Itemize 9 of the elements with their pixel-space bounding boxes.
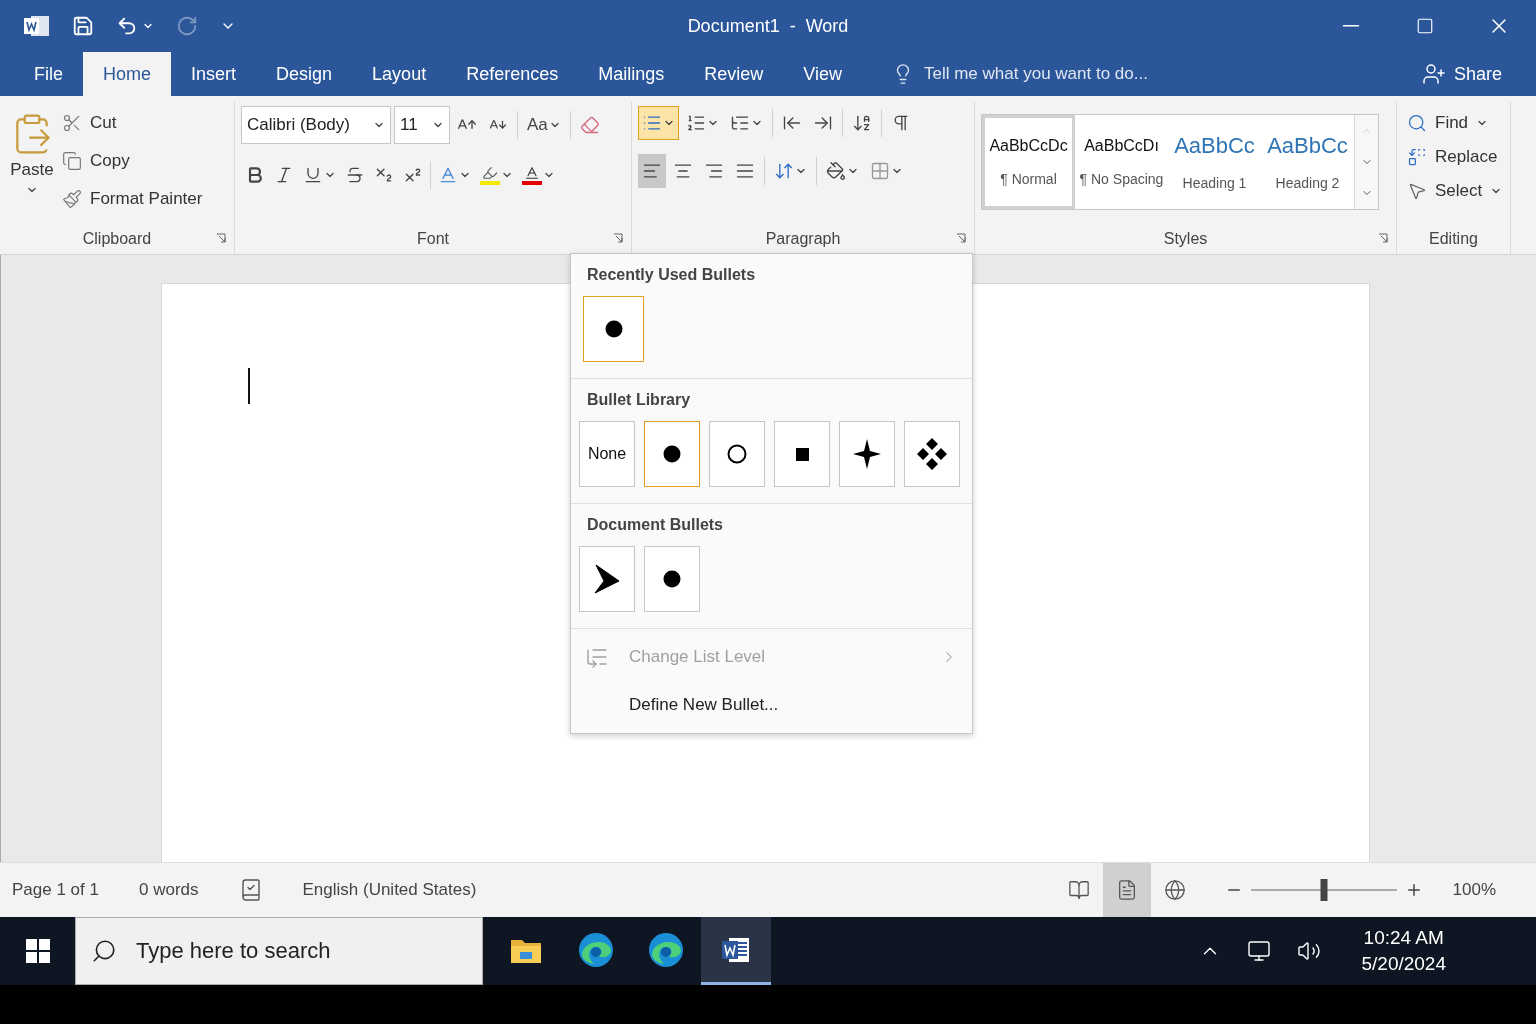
group-label: Font (417, 230, 449, 248)
group-label: Styles (1163, 230, 1208, 248)
section-title: Bullet Library (586, 391, 692, 409)
group-label: Paragraph (765, 230, 841, 248)
group-label: Editing (1429, 230, 1478, 248)
window-title: Document1 - Word (687, 15, 849, 37)
group-label: Clipboard (82, 230, 152, 248)
section-title: Document Bullets (586, 516, 724, 534)
section-title: Recently Used Bullets (586, 266, 757, 284)
